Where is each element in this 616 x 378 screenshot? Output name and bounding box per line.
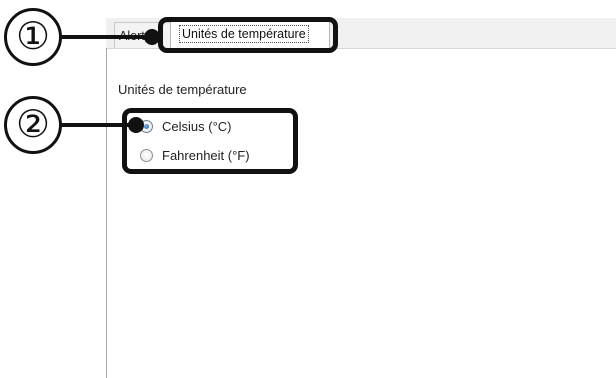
callout-number-1: ① [4, 8, 62, 66]
panel-border [106, 48, 107, 378]
highlight-box-tab [158, 17, 338, 53]
leader-line-1 [60, 35, 152, 39]
settings-panel [106, 18, 616, 378]
callout-number-2: ② [4, 96, 62, 154]
leader-dot-2 [128, 117, 144, 133]
highlight-box-radio-group [122, 108, 298, 174]
group-title: Unités de température [118, 82, 247, 97]
leader-dot-1 [144, 29, 160, 45]
leader-line-2 [60, 123, 136, 127]
